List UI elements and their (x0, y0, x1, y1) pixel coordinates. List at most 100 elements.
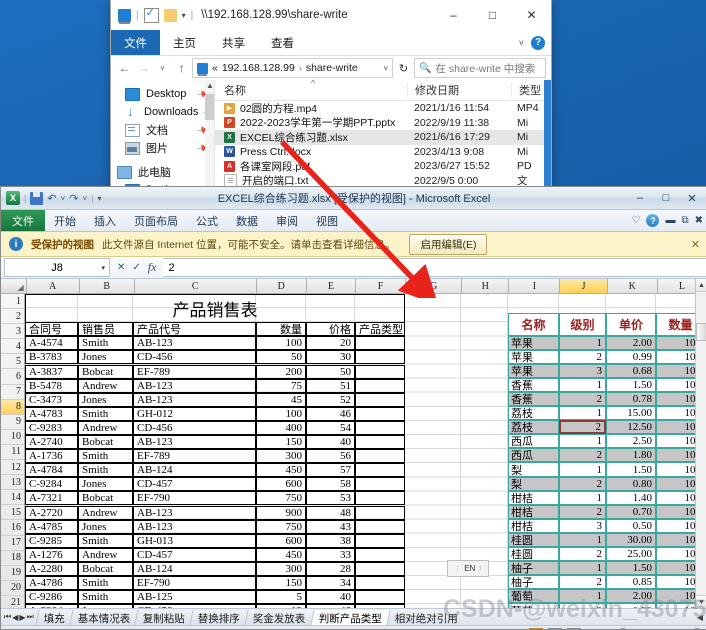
file-name-cell[interactable]: W Press Ctrl.docx (215, 146, 407, 158)
sheet-tab-scroll[interactable]: ◀ (697, 613, 706, 622)
pc-icon[interactable] (118, 9, 131, 22)
left-table-header-cell[interactable]: 合同号 (25, 322, 78, 336)
row-header-21[interactable]: 21 (1, 596, 24, 608)
sheet-tab-复制粘贴[interactable]: 复制粘贴 (135, 610, 193, 625)
nav-item-this-pc[interactable]: 此电脑 (111, 163, 214, 181)
left-table-cell[interactable]: 400 (256, 421, 306, 435)
tab-scroll-left-icon[interactable]: ◀ (697, 613, 703, 622)
sheet-tab-替换排序[interactable]: 替换排序 (190, 610, 248, 625)
right-table-cell[interactable]: 1 (559, 491, 606, 505)
scroll-up-icon[interactable]: ▲ (206, 81, 214, 90)
sheet-tab-相对绝对引用[interactable]: 相对绝对引用 (386, 610, 465, 625)
tab-formulas[interactable]: 公式 (187, 210, 227, 231)
left-table-cell[interactable]: CD-457 (133, 548, 256, 562)
left-table-cell[interactable]: A-1276 (25, 548, 78, 562)
left-table-cell[interactable] (355, 590, 405, 604)
left-table-cell[interactable]: 28 (306, 562, 355, 576)
left-table-cell[interactable]: 75 (256, 379, 306, 393)
dropdown-caret-icon[interactable]: ▾ (182, 11, 186, 20)
left-table-cell[interactable]: 600 (256, 534, 306, 548)
left-table-cell[interactable]: 54 (306, 421, 355, 435)
back-button[interactable]: ← (116, 59, 133, 77)
cancel-icon[interactable]: ✕ (117, 262, 125, 273)
right-table-cell[interactable]: 3 (559, 364, 606, 378)
left-table-cell[interactable] (355, 576, 405, 590)
left-table-cell[interactable] (355, 365, 405, 379)
undo-dropdown-icon[interactable]: ˅ (61, 194, 66, 203)
excel-app-icon[interactable]: X (6, 191, 20, 205)
row-header-14[interactable]: 14 (1, 490, 24, 505)
left-table-cell[interactable]: C-9283 (25, 421, 78, 435)
address-dropdown-icon[interactable]: ˅ (383, 64, 388, 73)
right-table-cell[interactable]: 柑桔 (508, 505, 559, 519)
left-table-cell[interactable]: 300 (256, 449, 306, 463)
right-table-cell[interactable]: 25.00 (606, 547, 656, 561)
right-table-cell[interactable]: 30.00 (606, 533, 656, 547)
left-table-cell[interactable]: C-9285 (25, 534, 78, 548)
left-table-cell[interactable]: 51 (306, 379, 355, 393)
row-header-11[interactable]: 11 (1, 445, 24, 460)
left-table-cell[interactable]: 52 (306, 393, 355, 407)
right-table-cell[interactable]: 1 (559, 434, 606, 448)
column-header-A[interactable]: A (27, 279, 80, 293)
left-table-cell[interactable]: C-9284 (25, 477, 78, 491)
nav-scroll-thumb[interactable] (205, 94, 214, 120)
left-table-cell[interactable]: A-4783 (25, 407, 78, 421)
tab-review[interactable]: 审阅 (267, 210, 307, 231)
select-all-corner[interactable]: ◢ (1, 279, 27, 293)
left-table-cell[interactable]: 34 (306, 576, 355, 590)
row-header-3[interactable]: 3 (1, 324, 24, 339)
right-table-cell[interactable]: 西瓜 (508, 448, 559, 462)
left-table-cell[interactable]: AB-124 (133, 562, 256, 576)
left-table-cell[interactable]: 30 (306, 350, 355, 364)
sheet-tabs[interactable]: 填充基本情况表复制粘贴替换排序奖金发放表判断产品类型相对绝对引用 (37, 610, 464, 625)
vertical-scrollbar[interactable]: ▲ ▼ (695, 279, 706, 608)
tab-home[interactable]: 开始 (45, 210, 85, 231)
left-table-cell[interactable]: Bobcat (78, 562, 133, 576)
right-table-header-cell[interactable]: 级别 (559, 313, 606, 336)
left-table-cell[interactable]: 50 (306, 365, 355, 379)
insert-function-icon[interactable]: fx (148, 260, 157, 275)
tab-page-layout[interactable]: 页面布局 (125, 210, 187, 231)
enable-editing-button[interactable]: 启用编辑(E) (409, 234, 487, 255)
ribbon-tab-share[interactable]: 共享 (209, 30, 258, 55)
right-table-cell[interactable]: 0.99 (606, 350, 656, 364)
close-button[interactable]: ✕ (679, 189, 705, 207)
left-table-cell[interactable]: 300 (256, 562, 306, 576)
left-table-cell[interactable]: 45 (256, 393, 306, 407)
column-header-D[interactable]: D (257, 279, 307, 293)
right-table-cell[interactable]: 梨 (508, 477, 559, 491)
column-header-F[interactable]: F (356, 279, 406, 293)
left-table-cell[interactable]: 450 (256, 463, 306, 477)
left-table-cell[interactable]: AB-123 (133, 506, 256, 520)
left-table-cell[interactable]: 150 (256, 576, 306, 590)
row-header-20[interactable]: 20 (1, 581, 24, 596)
left-table-cell[interactable]: Andrew (78, 421, 133, 435)
help-icon[interactable]: ? (646, 214, 659, 227)
name-box[interactable]: J8 ▾ (4, 258, 110, 277)
left-table-cell[interactable]: B-5478 (25, 379, 78, 393)
row-header-17[interactable]: 17 (1, 536, 24, 551)
excel-quick-access-toolbar[interactable]: X | ↶ ˅ ↷ ˅ | ▾ (1, 191, 101, 205)
row-header-7[interactable]: 7 (1, 385, 24, 400)
heart-icon[interactable]: ♡ (632, 215, 641, 226)
left-table-header-cell[interactable]: 产品代号 (133, 322, 256, 336)
left-table-cell[interactable]: A-4786 (25, 576, 78, 590)
search-input[interactable]: 🔍 在 share-write 中搜索 (414, 58, 546, 78)
row-header-2[interactable]: 2 (1, 309, 24, 324)
properties-icon[interactable] (144, 8, 159, 23)
left-table-cell[interactable]: AB-125 (133, 590, 256, 604)
table-row[interactable]: X EXCEL综合练习题.xlsx 2021/6/16 17:29 Mi (215, 130, 551, 145)
grid-cells[interactable]: 产品销售表合同号销售员产品代号数量价格产品类型A-4574SmithAB-123… (25, 294, 706, 608)
left-table-cell[interactable] (355, 421, 405, 435)
left-table-cell[interactable] (355, 463, 405, 477)
table-row[interactable]: W Press Ctrl.docx 2023/4/13 9:08 Mi (215, 145, 551, 160)
right-table-cell[interactable]: 柑桔 (508, 519, 559, 533)
left-table-cell[interactable]: A-4784 (25, 463, 78, 477)
chevron-down-icon[interactable]: ˅ (519, 38, 524, 48)
left-table-cell[interactable] (355, 379, 405, 393)
close-icon[interactable]: ✕ (691, 238, 700, 251)
save-icon[interactable] (30, 192, 43, 205)
left-table-cell[interactable]: 100 (256, 407, 306, 421)
sheet-tab-基本情况表[interactable]: 基本情况表 (69, 610, 138, 625)
